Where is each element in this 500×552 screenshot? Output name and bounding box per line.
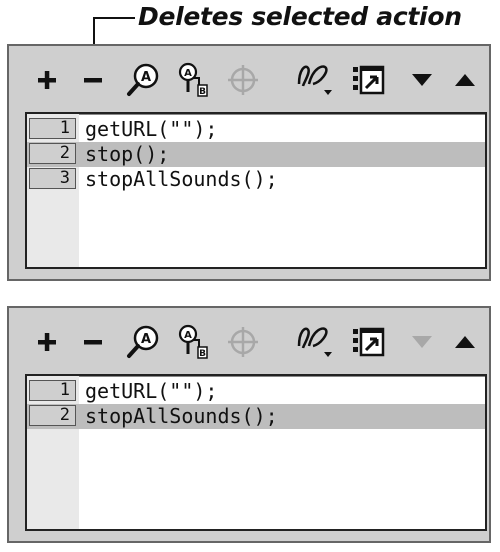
- target-path-button[interactable]: [223, 322, 263, 362]
- move-up-button[interactable]: [445, 322, 485, 362]
- delete-action-button[interactable]: [73, 60, 113, 100]
- move-up-icon: [455, 336, 475, 348]
- actions-panel-before: A AB 1 getURL(""); 2 stop(); 3 stopAllSo…: [7, 44, 491, 281]
- reference-icon: [353, 327, 385, 357]
- reference-button[interactable]: [348, 60, 388, 100]
- svg-text:A: A: [141, 70, 151, 85]
- code-text: getURL("");: [85, 117, 218, 141]
- replace-button[interactable]: AB: [173, 322, 213, 362]
- line-number: 2: [29, 143, 76, 164]
- insert-path-icon: [297, 65, 332, 95]
- line-number: 1: [29, 118, 76, 139]
- insert-path-icon: [297, 327, 332, 357]
- reference-button[interactable]: [348, 322, 388, 362]
- script-line[interactable]: 1 getURL("");: [27, 117, 485, 142]
- insert-target-path-button[interactable]: [295, 60, 335, 100]
- add-action-button[interactable]: [27, 322, 67, 362]
- script-line-selected[interactable]: 2 stopAllSounds();: [27, 404, 485, 429]
- replace-icon: AB: [178, 324, 208, 359]
- actions-panel-after: A AB 1 getURL(""); 2 stopAllSounds();: [7, 306, 491, 543]
- line-number: 3: [29, 168, 76, 189]
- script-editor[interactable]: 1 getURL(""); 2 stop(); 3 stopAllSounds(…: [25, 112, 487, 269]
- target-icon: [228, 327, 258, 357]
- delete-action-button[interactable]: [73, 322, 113, 362]
- code-text: stopAllSounds();: [85, 404, 278, 428]
- target-path-button[interactable]: [223, 60, 263, 100]
- plus-icon: [38, 71, 56, 89]
- target-icon: [228, 65, 258, 95]
- script-line[interactable]: 1 getURL("");: [27, 379, 485, 404]
- insert-target-path-button[interactable]: [295, 322, 335, 362]
- script-line-selected[interactable]: 2 stop();: [27, 142, 485, 167]
- move-up-icon: [455, 74, 475, 86]
- callout-label: Deletes selected action: [138, 2, 462, 31]
- svg-text:B: B: [199, 87, 206, 97]
- find-icon: A: [127, 325, 159, 358]
- add-action-button[interactable]: [27, 60, 67, 100]
- plus-icon: [38, 333, 56, 351]
- callout-leader-horizontal: [93, 17, 135, 19]
- move-down-button[interactable]: [402, 60, 442, 100]
- line-number: 1: [29, 380, 76, 401]
- move-down-button[interactable]: [402, 322, 442, 362]
- move-down-icon: [412, 74, 432, 86]
- move-up-button[interactable]: [445, 60, 485, 100]
- code-text: getURL("");: [85, 379, 218, 403]
- script-line[interactable]: 3 stopAllSounds();: [27, 167, 485, 192]
- code-text: stopAllSounds();: [85, 167, 278, 191]
- actions-toolbar: A AB: [9, 46, 489, 112]
- svg-text:A: A: [184, 68, 192, 79]
- move-down-icon: [412, 336, 432, 348]
- code-text: stop();: [85, 142, 170, 166]
- svg-text:A: A: [184, 330, 192, 341]
- reference-icon: [353, 65, 385, 95]
- find-icon: A: [127, 63, 159, 96]
- svg-text:A: A: [141, 332, 151, 347]
- find-button[interactable]: A: [123, 60, 163, 100]
- minus-icon: [84, 340, 102, 345]
- actions-toolbar: A AB: [9, 308, 489, 374]
- find-button[interactable]: A: [123, 322, 163, 362]
- line-number: 2: [29, 405, 76, 426]
- minus-icon: [84, 78, 102, 83]
- replace-button[interactable]: AB: [173, 60, 213, 100]
- script-editor[interactable]: 1 getURL(""); 2 stopAllSounds();: [25, 374, 487, 531]
- replace-icon: AB: [178, 62, 208, 97]
- svg-text:B: B: [199, 349, 206, 359]
